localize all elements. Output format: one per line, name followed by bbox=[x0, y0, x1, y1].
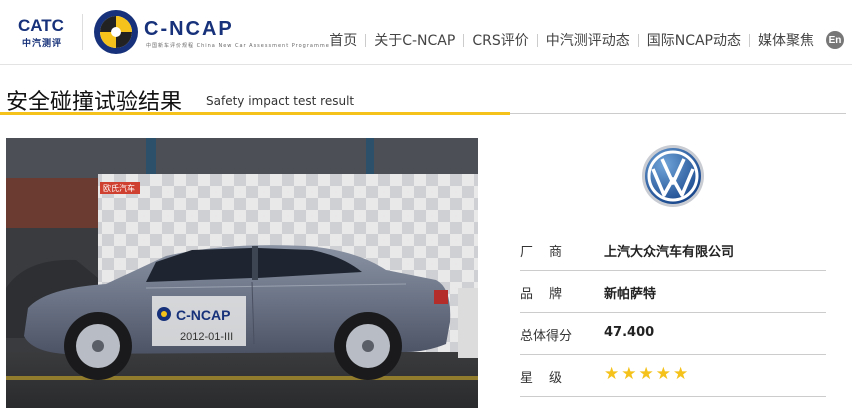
cncap-logo[interactable]: C-NCAP 中国新车评价规程 China New Car Assessment… bbox=[92, 8, 329, 56]
wall-banner-label: 欧氏汽车 bbox=[103, 183, 135, 193]
cncap-logo-sub: 中国新车评价规程 China New Car Assessment Progra… bbox=[146, 43, 330, 49]
catc-logo-text: CATC bbox=[18, 16, 64, 35]
manufacturer-label: 厂商 bbox=[520, 245, 579, 260]
car-test-id: 2012-01-III bbox=[180, 331, 233, 343]
nav-divider bbox=[637, 33, 639, 47]
catc-logo[interactable]: CATC 中汽测评 bbox=[18, 16, 68, 49]
nav-home[interactable]: 首页 bbox=[329, 30, 357, 50]
nav-media[interactable]: 媒体聚焦 bbox=[758, 30, 814, 50]
nav-crs[interactable]: CRS评价 bbox=[472, 30, 528, 50]
page-subtitle: Safety impact test result bbox=[206, 94, 355, 108]
nav-divider bbox=[536, 33, 538, 47]
brand-row: 品牌 新帕萨特 bbox=[520, 272, 826, 313]
crash-test-photo: 欧氏汽车 C-NCAP 2012-01-III bbox=[6, 138, 478, 408]
nav-intl-ncap[interactable]: 国际NCAP动态 bbox=[647, 30, 741, 50]
car-door-label: C-NCAP bbox=[176, 307, 230, 323]
rating-stars: ★★★★★ bbox=[604, 364, 691, 384]
site-header: CATC 中汽测评 C-NCAP 中国新车评价规程 China New Car … bbox=[0, 0, 852, 65]
car-test-image: 欧氏汽车 C-NCAP 2012-01-III bbox=[6, 138, 478, 408]
catc-logo-sub: 中汽测评 bbox=[22, 39, 63, 49]
brand-label: 品牌 bbox=[520, 287, 579, 302]
nav-divider bbox=[749, 33, 750, 47]
section-heading: 安全碰撞试验结果 Safety impact test result bbox=[0, 64, 852, 116]
rating-row: 星级 ★★★★★ bbox=[520, 356, 826, 397]
score-label: 总体得分 bbox=[520, 329, 573, 344]
score-row: 总体得分 47.400 bbox=[520, 314, 826, 355]
cncap-emblem-icon bbox=[94, 10, 138, 54]
manufacturer-row: 厂商 上汽大众汽车有限公司 bbox=[520, 230, 826, 271]
nav-catc-news[interactable]: 中汽测评动态 bbox=[546, 30, 630, 50]
rating-label: 星级 bbox=[520, 371, 579, 386]
vw-brand-logo-icon bbox=[642, 145, 704, 207]
logo-divider bbox=[82, 14, 83, 50]
title-accent-bar bbox=[0, 112, 510, 115]
score-value: 47.400 bbox=[604, 325, 655, 340]
brand-value: 新帕萨特 bbox=[604, 287, 657, 302]
cncap-logo-text: C-NCAP bbox=[144, 18, 234, 40]
manufacturer-value: 上汽大众汽车有限公司 bbox=[604, 245, 735, 260]
nav-divider bbox=[365, 33, 367, 47]
main-nav: 首页 关于C-NCAP CRS评价 中汽测评动态 国际NCAP动态 媒体聚焦 E… bbox=[329, 30, 844, 50]
nav-about[interactable]: 关于C-NCAP bbox=[374, 30, 455, 50]
nav-divider bbox=[463, 33, 465, 47]
language-toggle-button[interactable]: En bbox=[826, 31, 844, 49]
